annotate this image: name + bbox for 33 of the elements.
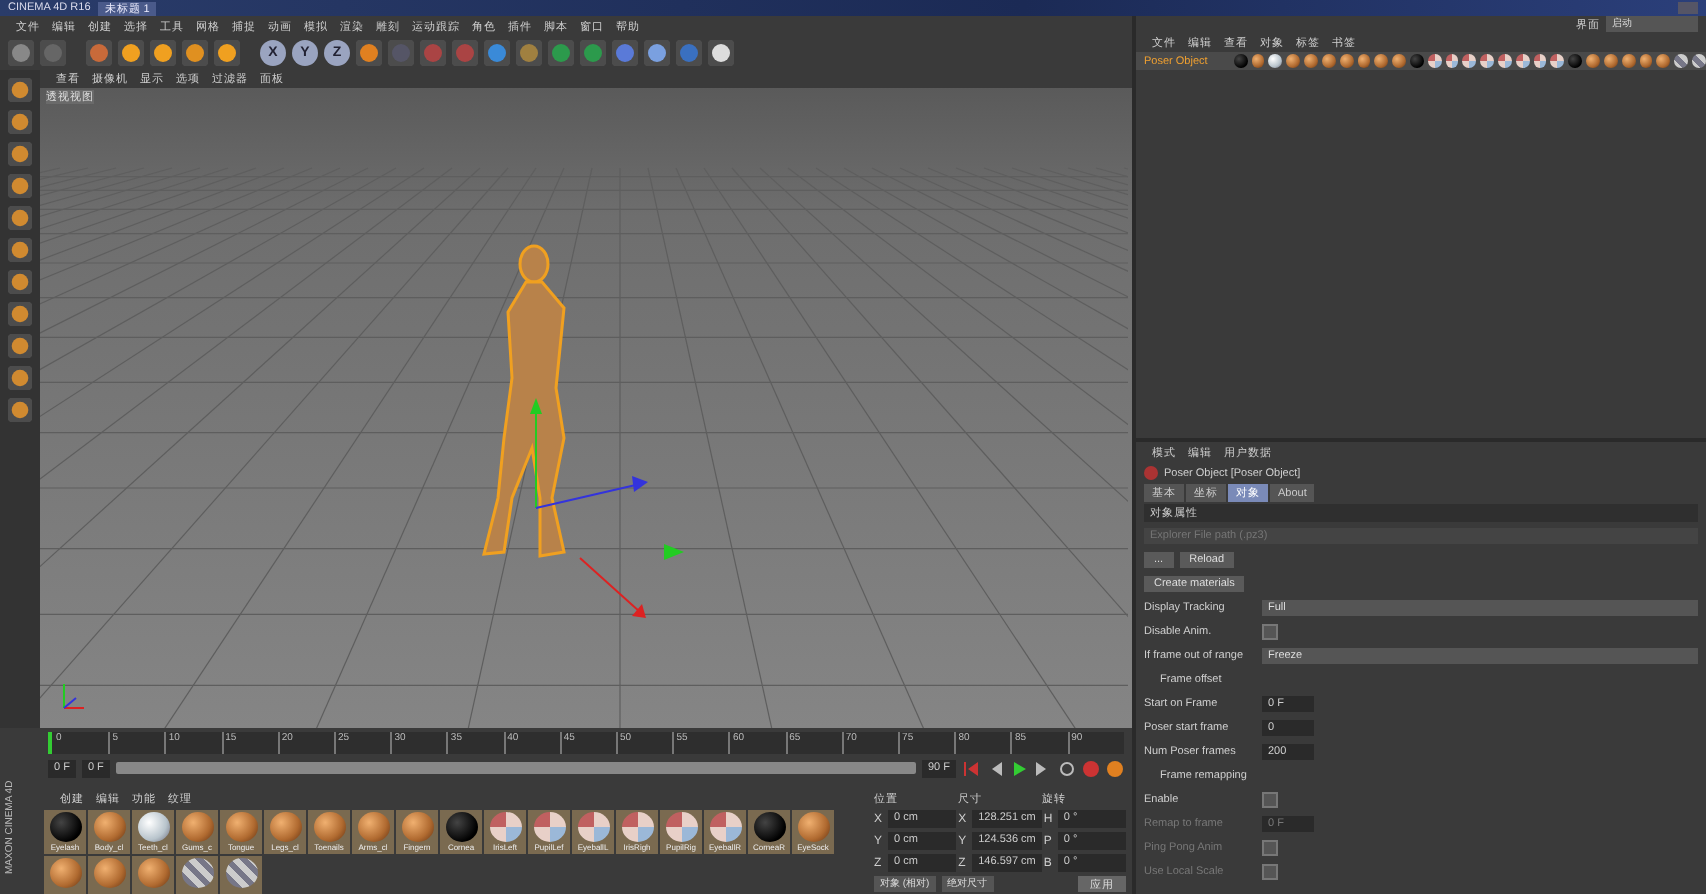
material-preview <box>489 812 521 842</box>
material-tile[interactable] <box>44 856 86 894</box>
orientation-axis-icon <box>63 683 85 709</box>
material-preview <box>313 812 345 842</box>
material-preview <box>797 812 829 842</box>
keyframe-icon[interactable] <box>1106 759 1124 777</box>
checkbox[interactable] <box>1262 791 1278 807</box>
material-tile[interactable] <box>88 856 130 894</box>
material-preview <box>93 812 125 842</box>
material-preview <box>137 812 169 842</box>
loop-icon[interactable] <box>1058 759 1076 777</box>
material-preview <box>621 812 653 842</box>
poser-object-icon <box>1144 466 1158 480</box>
material-preview <box>445 812 477 842</box>
material-preview <box>665 812 697 842</box>
material-tile[interactable] <box>176 856 218 894</box>
material-preview <box>49 812 81 842</box>
material-preview <box>577 812 609 842</box>
material-preview <box>709 812 741 842</box>
play-icon[interactable] <box>1010 759 1028 777</box>
material-preview <box>269 812 301 842</box>
material-tile[interactable] <box>220 856 262 894</box>
material-preview <box>225 812 257 842</box>
material-preview <box>181 812 213 842</box>
material-tile[interactable] <box>132 856 174 894</box>
record-icon[interactable] <box>1082 759 1100 777</box>
material-preview <box>401 812 433 842</box>
frame-range-slider[interactable] <box>115 762 916 774</box>
material-preview <box>533 812 565 842</box>
first-frame-icon[interactable] <box>962 759 980 777</box>
checkbox[interactable] <box>1262 623 1278 639</box>
material-preview <box>753 812 785 842</box>
material-preview <box>357 812 389 842</box>
